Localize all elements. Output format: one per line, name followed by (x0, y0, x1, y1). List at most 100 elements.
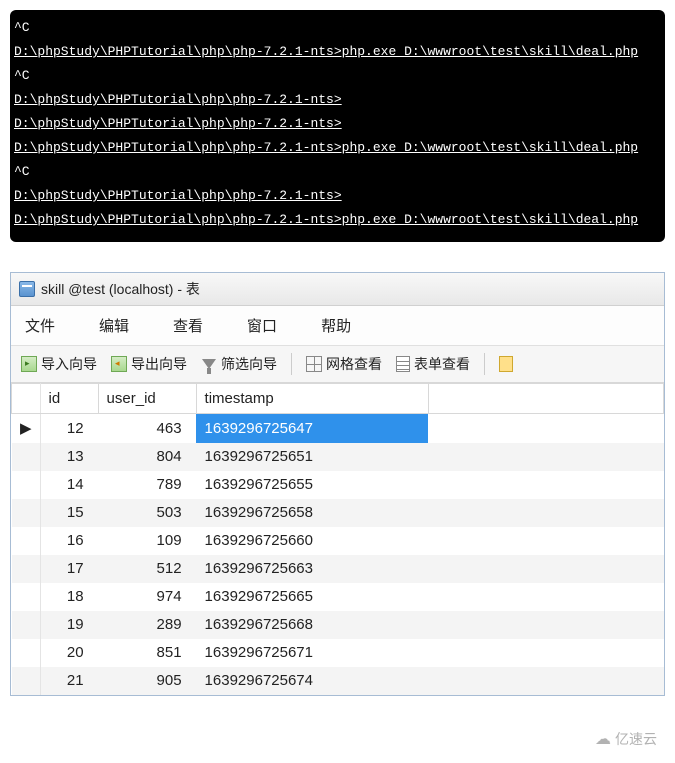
column-header-user-id[interactable]: user_id (98, 384, 196, 414)
data-grid[interactable]: id user_id timestamp ▶124631639296725647… (11, 383, 664, 695)
row-indicator (12, 499, 41, 527)
cell-timestamp[interactable]: 1639296725674 (196, 667, 428, 695)
cell-timestamp[interactable]: 1639296725668 (196, 611, 428, 639)
table-row[interactable]: ▶124631639296725647 (12, 414, 664, 443)
cell-id[interactable]: 14 (40, 471, 98, 499)
row-indicator (12, 611, 41, 639)
cell-id[interactable]: 18 (40, 583, 98, 611)
table-row[interactable]: 147891639296725655 (12, 471, 664, 499)
cell-id[interactable]: 16 (40, 527, 98, 555)
cell-empty (428, 443, 663, 471)
import-wizard-button[interactable]: 导入向导 (17, 352, 101, 376)
cell-timestamp[interactable]: 1639296725660 (196, 527, 428, 555)
note-button[interactable] (495, 354, 517, 374)
cell-timestamp[interactable]: 1639296725658 (196, 499, 428, 527)
terminal-line: D:\phpStudy\PHPTutorial\php\php-7.2.1-nt… (14, 112, 661, 136)
cell-user-id[interactable]: 851 (98, 639, 196, 667)
row-indicator: ▶ (12, 414, 41, 443)
column-header-id[interactable]: id (40, 384, 98, 414)
form-view-button[interactable]: 表单查看 (392, 352, 474, 376)
row-indicator (12, 667, 41, 695)
cell-id[interactable]: 19 (40, 611, 98, 639)
terminal-window: ^CD:\phpStudy\PHPTutorial\php\php-7.2.1-… (10, 10, 665, 242)
table-row[interactable]: 138041639296725651 (12, 443, 664, 471)
cell-timestamp[interactable]: 1639296725671 (196, 639, 428, 667)
menubar: 文件 编辑 查看 窗口 帮助 (11, 306, 664, 346)
terminal-line: D:\phpStudy\PHPTutorial\php\php-7.2.1-nt… (14, 136, 661, 160)
cell-user-id[interactable]: 289 (98, 611, 196, 639)
cell-id[interactable]: 15 (40, 499, 98, 527)
cell-timestamp[interactable]: 1639296725651 (196, 443, 428, 471)
toolbar-separator (484, 353, 485, 375)
cell-id[interactable]: 20 (40, 639, 98, 667)
row-indicator (12, 471, 41, 499)
row-indicator (12, 443, 41, 471)
cell-user-id[interactable]: 109 (98, 527, 196, 555)
menu-window[interactable]: 窗口 (237, 312, 287, 339)
cell-id[interactable]: 21 (40, 667, 98, 695)
cell-empty (428, 499, 663, 527)
table-row[interactable]: 219051639296725674 (12, 667, 664, 695)
row-indicator (12, 555, 41, 583)
cell-user-id[interactable]: 804 (98, 443, 196, 471)
cloud-icon: ☁ (595, 729, 611, 749)
row-indicator (12, 527, 41, 555)
menu-edit[interactable]: 编辑 (89, 312, 139, 339)
table-row[interactable]: 175121639296725663 (12, 555, 664, 583)
formview-label: 表单查看 (414, 354, 470, 374)
cell-user-id[interactable]: 503 (98, 499, 196, 527)
terminal-line: ^C (14, 16, 661, 40)
table-row[interactable]: 155031639296725658 (12, 499, 664, 527)
export-label: 导出向导 (131, 354, 187, 374)
cell-empty (428, 471, 663, 499)
column-header-empty (428, 384, 663, 414)
cell-timestamp[interactable]: 1639296725647 (196, 414, 428, 443)
table-row[interactable]: 161091639296725660 (12, 527, 664, 555)
table-row[interactable]: 192891639296725668 (12, 611, 664, 639)
cell-empty (428, 555, 663, 583)
row-indicator (12, 639, 41, 667)
note-icon (499, 356, 513, 372)
terminal-line: ^C (14, 160, 661, 184)
cell-id[interactable]: 12 (40, 414, 98, 443)
cell-user-id[interactable]: 789 (98, 471, 196, 499)
cell-user-id[interactable]: 974 (98, 583, 196, 611)
grid-view-button[interactable]: 网格查看 (302, 352, 386, 376)
terminal-line: D:\phpStudy\PHPTutorial\php\php-7.2.1-nt… (14, 40, 661, 64)
toolbar: 导入向导 导出向导 筛选向导 网格查看 表单查看 (11, 346, 664, 383)
cell-id[interactable]: 17 (40, 555, 98, 583)
menu-view[interactable]: 查看 (163, 312, 213, 339)
filter-label: 筛选向导 (221, 354, 277, 374)
export-wizard-button[interactable]: 导出向导 (107, 352, 191, 376)
cell-id[interactable]: 13 (40, 443, 98, 471)
table-row[interactable]: 189741639296725665 (12, 583, 664, 611)
filter-icon (202, 359, 216, 369)
titlebar: skill @test (localhost) - 表 (11, 273, 664, 306)
cell-timestamp[interactable]: 1639296725665 (196, 583, 428, 611)
cell-user-id[interactable]: 512 (98, 555, 196, 583)
window-title: skill @test (localhost) - 表 (41, 279, 200, 299)
import-label: 导入向导 (41, 354, 97, 374)
cell-empty (428, 611, 663, 639)
terminal-line: D:\phpStudy\PHPTutorial\php\php-7.2.1-nt… (14, 208, 661, 232)
cell-empty (428, 527, 663, 555)
cell-user-id[interactable]: 905 (98, 667, 196, 695)
header-row: id user_id timestamp (12, 384, 664, 414)
import-icon (21, 356, 37, 372)
cell-timestamp[interactable]: 1639296725655 (196, 471, 428, 499)
cell-empty (428, 639, 663, 667)
watermark: ☁ 亿速云 (595, 729, 657, 749)
menu-file[interactable]: 文件 (15, 312, 65, 339)
filter-wizard-button[interactable]: 筛选向导 (197, 352, 281, 376)
table-row[interactable]: 208511639296725671 (12, 639, 664, 667)
menu-help[interactable]: 帮助 (311, 312, 361, 339)
watermark-text: 亿速云 (615, 729, 657, 749)
cell-user-id[interactable]: 463 (98, 414, 196, 443)
export-icon (111, 356, 127, 372)
column-header-timestamp[interactable]: timestamp (196, 384, 428, 414)
row-indicator (12, 583, 41, 611)
terminal-line: D:\phpStudy\PHPTutorial\php\php-7.2.1-nt… (14, 88, 661, 112)
form-icon (396, 356, 410, 372)
cell-timestamp[interactable]: 1639296725663 (196, 555, 428, 583)
gridview-label: 网格查看 (326, 354, 382, 374)
